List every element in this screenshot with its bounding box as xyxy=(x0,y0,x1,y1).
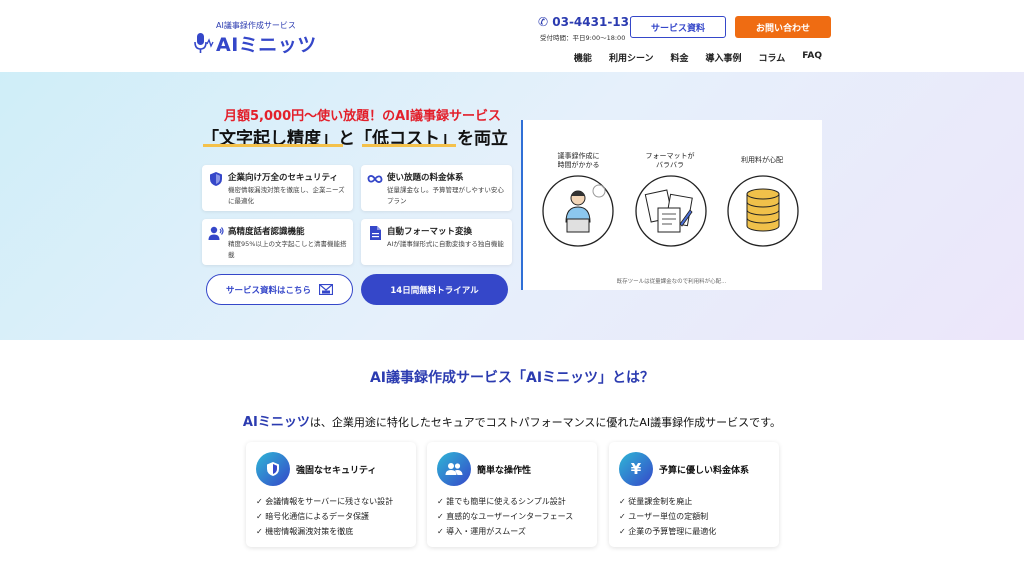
hero-section xyxy=(0,72,1024,340)
messy-documents-icon xyxy=(635,175,707,247)
list-item: ✓ 企業の予算管理に最適化 xyxy=(619,527,717,536)
shield-icon xyxy=(210,172,222,186)
feature-desc: 機密情報漏洩対策を徹底し、企業ニーズに最適化 xyxy=(228,186,345,205)
coins-icon xyxy=(727,175,799,247)
about-lead-text: は、企業用途に特化したセキュアでコストパフォーマンスに優れたAI議事録作成サービ… xyxy=(309,416,782,429)
card-list: ✓ 誰でも簡単に使えるシンプル設計 ✓ 直感的なユーザーインターフェース ✓ 導… xyxy=(437,494,573,539)
title-underline xyxy=(362,144,456,147)
document-icon xyxy=(370,226,381,240)
feature-security: 企業向け万全のセキュリティ 機密情報漏洩対策を徹底し、企業ニーズに最適化 xyxy=(202,165,353,211)
nav-item-features[interactable]: 機能 xyxy=(574,51,592,64)
value-card-pricing: ¥ 予算に優しい料金体系 ✓ 従量課金制を廃止 ✓ ユーザー単位の定額制 ✓ 企… xyxy=(609,442,779,547)
yen-glyph: ¥ xyxy=(630,460,642,478)
list-item: ✓ ユーザー単位の定額制 xyxy=(619,512,709,521)
card-list: ✓ 会議情報をサーバーに残さない設計 ✓ 暗号化通信によるデータ保護 ✓ 機密情… xyxy=(256,494,393,539)
contact-button[interactable]: お問い合わせ xyxy=(735,16,831,38)
logo-name: AIミニッツ xyxy=(216,34,317,56)
feature-title: 企業向け万全のセキュリティ xyxy=(228,173,338,183)
users-icon xyxy=(437,452,471,486)
nav-item-pricing[interactable]: 料金 xyxy=(671,51,689,64)
illustration-caption: 既存ツールは従量課金なので利用料が心配... xyxy=(616,279,727,285)
nav-item-case-studies[interactable]: 導入事例 xyxy=(706,51,742,64)
site-header: AI議事録作成サービス AIミニッツ ✆ 03-4431-1337 受付時間：平… xyxy=(0,0,1024,72)
list-item: ✓ 誰でも簡単に使えるシンプル設計 xyxy=(437,497,566,506)
user-voice-icon xyxy=(208,226,224,240)
value-card-usability: 簡単な操作性 ✓ 誰でも簡単に使えるシンプル設計 ✓ 直感的なユーザーインターフ… xyxy=(427,442,597,547)
feature-desc: 従量課金なし。予算管理がしやすい安心プラン xyxy=(387,186,504,205)
nav-item-column[interactable]: コラム xyxy=(759,51,786,64)
feature-title: 高精度話者認識機能 xyxy=(228,227,305,237)
cta-doc-label: サービス資料はこちら xyxy=(225,285,311,296)
about-title: AI議事録作成サービス「AIミニッツ」とは？ xyxy=(369,370,655,386)
feature-format: 自動フォーマット変換 AIが議事録形式に自動変換する独自機能 xyxy=(361,219,512,265)
title-underline xyxy=(203,144,343,147)
list-item: ✓ 直感的なユーザーインターフェース xyxy=(437,512,574,521)
about-brand: AIミニッツ xyxy=(242,415,310,430)
service-doc-cta-button[interactable]: サービス資料はこちら xyxy=(206,274,353,305)
card-list: ✓ 従量課金制を廃止 ✓ ユーザー単位の定額制 ✓ 企業の予算管理に最適化 xyxy=(619,494,716,539)
list-item: ✓ 暗号化通信によるデータ保護 xyxy=(256,512,370,521)
problem-illustration: 議事録作成に 時間がかかる フォーマットが バラバラ 利用料が心配 既存ツールは… xyxy=(521,120,822,290)
card-title: 簡単な操作性 xyxy=(477,466,532,476)
list-item: ✓ 会議情報をサーバーに残さない設計 xyxy=(256,497,394,506)
hero-tagline: 月額5,000円〜使い放題！のAI議事録サービス xyxy=(224,109,502,124)
phone-icon: ✆ xyxy=(538,15,549,29)
illustration-label: フォーマットが バラバラ xyxy=(645,152,695,169)
yen-icon: ¥ xyxy=(619,452,653,486)
logo[interactable]: AI議事録作成サービス AIミニッツ xyxy=(192,20,316,56)
feature-desc: 精度95%以上の文字起こしと清書機能搭載 xyxy=(228,240,347,259)
shield-icon xyxy=(256,452,290,486)
nav-item-faq[interactable]: FAQ xyxy=(802,51,822,64)
feature-title: 使い放題の料金体系 xyxy=(387,173,464,183)
nav-item-use-cases[interactable]: 利用シーン xyxy=(609,51,654,64)
feature-speaker: 高精度話者認識機能 精度95%以上の文字起こしと清書機能搭載 xyxy=(202,219,353,265)
feature-desc: AIが議事録形式に自動変換する独自機能 xyxy=(387,240,504,248)
list-item: ✓ 導入・運用がスムーズ xyxy=(437,527,526,536)
feature-pricing: 使い放題の料金体系 従量課金なし。予算管理がしやすい安心プラン xyxy=(361,165,512,211)
mail-icon xyxy=(319,284,333,295)
infinity-icon xyxy=(367,175,383,183)
microphone-icon xyxy=(194,33,214,53)
free-trial-button[interactable]: 14日間無料トライアル xyxy=(361,274,508,305)
list-item: ✓ 機密情報漏洩対策を徹底 xyxy=(256,527,354,536)
business-hours: 受付時間：平日9:00〜18:00 xyxy=(540,34,626,42)
about-lead: AIミニッツは、企業用途に特化したセキュアでコストパフォーマンスに優れたAI議事… xyxy=(0,411,1024,430)
service-doc-button[interactable]: サービス資料 xyxy=(630,16,726,38)
card-title: 強固なセキュリティ xyxy=(296,466,377,476)
illustration-label: 利用料が心配 xyxy=(741,156,783,164)
main-nav: 機能 利用シーン 料金 導入事例 コラム FAQ xyxy=(574,51,822,64)
hero-title-end: を両立 xyxy=(457,129,508,149)
card-title: 予算に優しい料金体系 xyxy=(659,466,750,476)
list-item: ✓ 従量課金制を廃止 xyxy=(619,497,693,506)
value-card-security: 強固なセキュリティ ✓ 会議情報をサーバーに残さない設計 ✓ 暗号化通信によるデ… xyxy=(246,442,416,547)
feature-title: 自動フォーマット変換 xyxy=(387,227,473,237)
illustration-label: 議事録作成に 時間がかかる xyxy=(557,152,600,169)
busy-worker-icon xyxy=(542,175,614,247)
